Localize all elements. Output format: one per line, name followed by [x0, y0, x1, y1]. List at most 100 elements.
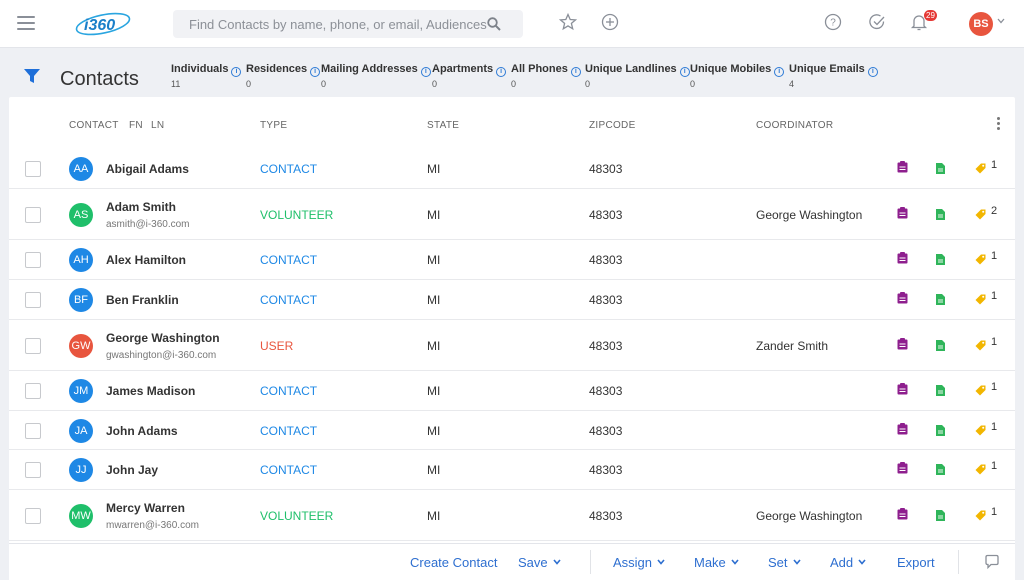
check-circle-icon[interactable] — [868, 13, 886, 31]
contact-name[interactable]: James Madison — [106, 384, 195, 398]
filter-icon[interactable] — [24, 68, 40, 84]
row-checkbox[interactable] — [25, 462, 41, 478]
document-icon[interactable] — [936, 423, 945, 441]
contact-name[interactable]: John Jay — [106, 463, 158, 477]
table-row[interactable] — [9, 490, 1015, 541]
contact-name[interactable]: Ben Franklin — [106, 293, 179, 307]
row-checkbox[interactable] — [25, 206, 41, 223]
survey-icon[interactable] — [897, 337, 908, 355]
more-options-icon[interactable] — [997, 117, 1001, 132]
survey-icon[interactable] — [897, 382, 908, 400]
contact-type: CONTACT — [260, 463, 318, 477]
table-row[interactable] — [9, 189, 1015, 240]
contact-name[interactable]: Abigail Adams — [106, 162, 189, 176]
contact-name[interactable]: Alex Hamilton — [106, 253, 186, 267]
info-icon[interactable]: i — [774, 67, 785, 77]
row-checkbox[interactable] — [25, 337, 41, 354]
info-icon[interactable]: i — [420, 67, 431, 77]
info-icon[interactable]: i — [496, 67, 507, 77]
tag-icon[interactable] — [975, 207, 986, 225]
row-checkbox[interactable] — [25, 161, 41, 177]
contact-coordinator[interactable]: George Washington — [756, 509, 862, 523]
col-header-fn[interactable]: FN — [129, 120, 143, 131]
contact-name[interactable]: John Adams — [106, 424, 178, 438]
avatar[interactable]: AS — [69, 202, 93, 227]
document-icon[interactable] — [936, 292, 945, 310]
document-icon[interactable] — [936, 252, 945, 270]
document-icon[interactable] — [936, 207, 945, 225]
survey-icon[interactable] — [897, 422, 908, 440]
i360-logo[interactable]: i360 — [74, 10, 132, 38]
tag-icon[interactable] — [975, 252, 986, 270]
star-icon[interactable] — [559, 13, 577, 31]
contact-coordinator[interactable]: Zander Smith — [756, 339, 828, 353]
info-icon[interactable]: i — [679, 67, 690, 77]
document-icon[interactable] — [936, 383, 945, 401]
make-button[interactable]: Make — [694, 555, 739, 570]
tag-icon[interactable] — [975, 508, 986, 526]
document-icon[interactable] — [936, 462, 945, 480]
export-button[interactable]: Export — [897, 555, 935, 570]
row-checkbox[interactable] — [25, 252, 41, 268]
avatar[interactable]: AA — [69, 157, 93, 181]
survey-icon[interactable] — [897, 291, 908, 309]
document-icon[interactable] — [936, 508, 945, 526]
col-header-contact[interactable]: CONTACT — [69, 120, 119, 131]
row-checkbox[interactable] — [25, 422, 41, 439]
chevron-down-icon[interactable] — [997, 18, 1005, 24]
survey-icon[interactable] — [897, 160, 908, 178]
survey-icon[interactable] — [897, 461, 908, 479]
avatar[interactable]: MW — [69, 503, 93, 528]
save-button[interactable]: Save — [518, 555, 561, 570]
table-row[interactable] — [9, 450, 1015, 490]
col-header-type[interactable]: TYPE — [260, 120, 287, 131]
avatar[interactable]: JA — [69, 418, 93, 443]
survey-icon[interactable] — [897, 507, 908, 525]
assign-button[interactable]: Assign — [613, 555, 665, 570]
add-circle-icon[interactable] — [601, 13, 619, 31]
survey-icon[interactable] — [897, 206, 908, 224]
col-header-zipcode[interactable]: ZIPCODE — [589, 120, 636, 131]
contact-type: VOLUNTEER — [260, 508, 334, 523]
row-checkbox[interactable] — [25, 507, 41, 524]
tag-icon[interactable] — [975, 462, 986, 480]
col-header-ln[interactable]: LN — [151, 120, 164, 131]
document-icon[interactable] — [936, 161, 945, 179]
row-checkbox[interactable] — [25, 383, 41, 399]
user-avatar[interactable]: BS — [969, 12, 993, 36]
col-header-state[interactable]: STATE — [427, 120, 459, 131]
set-button[interactable]: Set — [768, 555, 801, 570]
search-input[interactable] — [189, 10, 489, 38]
contact-name[interactable]: George Washington — [106, 331, 220, 345]
table-row[interactable] — [9, 320, 1015, 371]
avatar[interactable]: AH — [69, 248, 93, 272]
menu-icon[interactable] — [17, 16, 35, 30]
add-button[interactable]: Add — [830, 555, 866, 570]
chat-icon[interactable] — [984, 554, 1000, 570]
info-icon[interactable]: i — [231, 67, 242, 77]
search-box[interactable] — [173, 10, 523, 38]
create-contact-button[interactable]: Create Contact — [410, 555, 497, 570]
contact-coordinator[interactable]: George Washington — [756, 208, 862, 222]
tag-icon[interactable] — [975, 161, 986, 179]
row-checkbox[interactable] — [25, 292, 41, 308]
survey-icon[interactable] — [897, 251, 908, 269]
tag-icon[interactable] — [975, 383, 986, 401]
contact-name[interactable]: Mercy Warren — [106, 501, 185, 515]
contact-name[interactable]: Adam Smith — [106, 200, 176, 214]
info-icon[interactable]: i — [570, 67, 581, 77]
tag-icon[interactable] — [975, 292, 986, 310]
tag-count: 1 — [991, 505, 998, 518]
tag-icon[interactable] — [975, 423, 986, 441]
tag-icon[interactable] — [975, 338, 986, 356]
avatar[interactable]: JJ — [69, 458, 93, 482]
col-header-coordinator[interactable]: COORDINATOR — [756, 120, 833, 131]
info-icon[interactable]: i — [310, 67, 321, 77]
info-icon[interactable]: i — [867, 67, 878, 77]
document-icon[interactable] — [936, 338, 945, 356]
avatar[interactable]: GW — [69, 333, 93, 358]
help-icon[interactable]: ? — [824, 13, 842, 31]
search-icon[interactable] — [487, 17, 501, 31]
avatar[interactable]: BF — [69, 288, 93, 312]
avatar[interactable]: JM — [69, 379, 93, 403]
